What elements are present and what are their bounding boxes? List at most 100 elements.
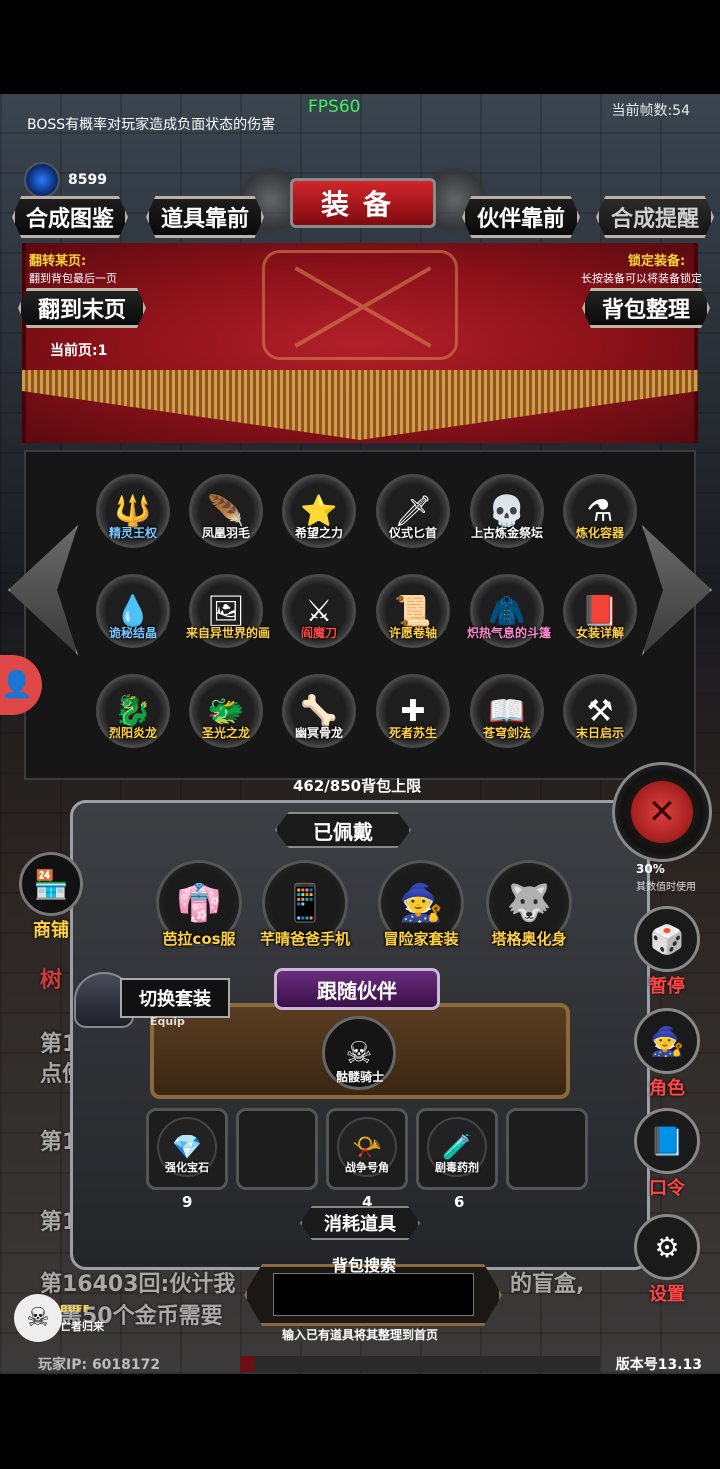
partner-name: 骷髅骑士: [335, 1070, 384, 1084]
item-name: 死者苏生: [388, 726, 437, 740]
inventory-item[interactable]: 🐉 烈阳炎龙: [93, 674, 173, 764]
item-name: 炽热气息的斗篷: [467, 626, 552, 640]
consumable-count-1: 9: [182, 1193, 193, 1211]
shop-button[interactable]: 🏪 商铺: [16, 852, 86, 942]
inventory-item[interactable]: ⚗ 炼化容器: [560, 474, 640, 564]
item-name: 诡秘结晶: [108, 626, 157, 640]
inventory-item[interactable]: 🧥 炽热气息的斗篷: [467, 574, 552, 664]
sort-bag-button[interactable]: 背包整理: [582, 288, 710, 328]
close-button[interactable]: ✕: [612, 762, 712, 862]
item-name: 仪式匕首: [388, 526, 437, 540]
inventory-item[interactable]: 📕 女装详解: [560, 574, 640, 664]
item-name: 精灵王权: [108, 526, 157, 540]
settings-label: 设置: [649, 1284, 685, 1305]
flip-page-label: 翻转某页:: [29, 254, 87, 269]
item-name: 烈阳炎龙: [108, 726, 157, 740]
item-name: 幽冥骨龙: [294, 726, 343, 740]
gear-icon: ⚙: [634, 1214, 700, 1280]
pause-label: 暂停: [649, 976, 685, 997]
equip-slot-2-name: 芊晴爸爸手机: [259, 930, 350, 948]
current-page-label: 当前页:1: [50, 343, 108, 359]
inventory-item[interactable]: 📜 许愿卷轴: [373, 574, 453, 664]
role-button[interactable]: 🧙 角色: [628, 1008, 706, 1100]
inventory-item[interactable]: ⭐ 希望之力: [279, 474, 359, 564]
to-last-page-button[interactable]: 翻到末页: [18, 288, 146, 328]
items-front-button[interactable]: 道具靠前: [146, 196, 264, 238]
inventory-item[interactable]: 🖼 来自异世界的画: [186, 574, 271, 664]
item-name: 苍穹剑法: [482, 726, 531, 740]
lock-equip-desc: 长按装备可以将装备锁定: [581, 272, 702, 285]
inventory-item[interactable]: 🗡 仪式匕首: [373, 474, 453, 564]
item-name: 许愿卷轴: [388, 626, 437, 640]
equip-slot-3[interactable]: 🧙 冒险家套装: [366, 860, 476, 967]
compose-remind-button[interactable]: 合成提醒: [596, 196, 714, 238]
item-name: 来自异世界的画: [186, 626, 271, 640]
inventory-item[interactable]: 📖 苍穹剑法: [467, 674, 547, 764]
consumable-count-4: 6: [454, 1193, 465, 1211]
consumable-slot-3-name: 战争号角: [345, 1161, 389, 1174]
consumables-title: 消耗道具: [300, 1206, 420, 1240]
role-label: 角色: [649, 1078, 685, 1099]
item-name: 阎魔刀: [300, 626, 337, 640]
item-name: 末日启示: [575, 726, 624, 740]
item-name: 圣光之龙: [201, 726, 250, 740]
version-number: 版本号13.13: [615, 1357, 702, 1373]
consumable-slot-1-name: 强化宝石: [165, 1161, 209, 1174]
skull-icon: ☠: [14, 1294, 62, 1342]
consumable-slot-4-name: 剧毒药剂: [435, 1161, 479, 1174]
pause-button[interactable]: 🎲 暂停: [628, 906, 706, 998]
equip-slot-2[interactable]: 📱 芊晴爸爸手机: [250, 860, 360, 967]
bag-search-hint: 输入已有道具将其整理到首页: [282, 1328, 439, 1342]
blue-gem-icon: [24, 162, 60, 198]
boss-tip-text: BOSS有概率对玩家造成负面状态的伤害: [27, 117, 276, 133]
switch-set-label: 切换套装: [120, 978, 230, 1018]
command-label: 口令: [649, 1178, 685, 1199]
command-button[interactable]: 📘 口令: [628, 1108, 706, 1200]
item-name: 凤凰羽毛: [201, 526, 250, 540]
inventory-item[interactable]: 🪶 凤凰羽毛: [186, 474, 266, 564]
gem-count: 8599: [68, 172, 107, 188]
inventory-item[interactable]: 🔱 精灵王权: [93, 474, 173, 564]
inventory-item[interactable]: 🐲 圣光之龙: [186, 674, 266, 764]
switch-set-sub: Equip: [150, 1015, 185, 1028]
equipped-title: 已佩戴: [275, 812, 411, 848]
item-name: 炼化容器: [575, 526, 624, 540]
consumable-slot-3[interactable]: 📯 战争号角: [326, 1108, 408, 1190]
lock-equip-label: 锁定装备:: [628, 254, 686, 269]
inventory-item[interactable]: 🦴 幽冥骨龙: [279, 674, 359, 764]
compose-gallery-button[interactable]: 合成图鉴: [12, 196, 128, 238]
settings-button[interactable]: ⚙ 设置: [628, 1214, 706, 1306]
equip-slot-4-name: 塔格奥化身: [491, 930, 567, 948]
fps-counter: FPS60: [308, 97, 361, 117]
bag-search-input[interactable]: [273, 1273, 474, 1316]
inventory-item[interactable]: ⚔ 阎魔刀: [279, 574, 359, 664]
log-line-4b: 的盲盒,: [510, 1272, 585, 1297]
frame-count: 当前帧数:54: [611, 103, 690, 119]
inventory-item[interactable]: ✚ 死者苏生: [373, 674, 453, 764]
crossed-swords-crest-icon: [262, 250, 458, 360]
partner-slot[interactable]: ☠ 骷髅骑士: [322, 1016, 398, 1107]
inventory-item[interactable]: 💧 诡秘结晶: [93, 574, 173, 664]
equip-slot-1[interactable]: 👘 芭拉cos服: [144, 860, 254, 967]
partner-front-button[interactable]: 伙伴靠前: [462, 196, 580, 238]
buff-label: BUFF: [60, 1304, 90, 1315]
shop-label: 商铺: [33, 920, 69, 941]
buff-indicator[interactable]: ☠ BUFF 亡者归来: [14, 1294, 104, 1344]
consumable-slot-5[interactable]: [506, 1108, 588, 1190]
consumable-slot-2[interactable]: [236, 1108, 318, 1190]
consumable-slot-4[interactable]: 🧪 剧毒药剂: [416, 1108, 498, 1190]
equip-slot-4[interactable]: 🐺 塔格奥化身: [474, 860, 584, 967]
close-icon: ✕: [631, 781, 693, 843]
dice-icon: 🎲: [634, 906, 700, 972]
inventory-item[interactable]: 💀 上古炼金祭坛: [467, 474, 547, 564]
equip-slot-3-name: 冒险家套装: [383, 930, 459, 948]
buff-desc: 亡者归来: [60, 1320, 104, 1333]
consumable-slot-1[interactable]: 💎 强化宝石: [146, 1108, 228, 1190]
bag-limit-text: 462/850背包上限: [293, 777, 422, 795]
shop-icon: 🏪: [19, 852, 83, 916]
item-name: 上古炼金祭坛: [470, 526, 543, 540]
hooded-figure-icon: 🧙: [634, 1008, 700, 1074]
inventory-item[interactable]: ⚒ 末日启示: [560, 674, 640, 764]
log-line-tree: 树: [40, 968, 63, 993]
equipment-title: 装备: [290, 178, 436, 228]
